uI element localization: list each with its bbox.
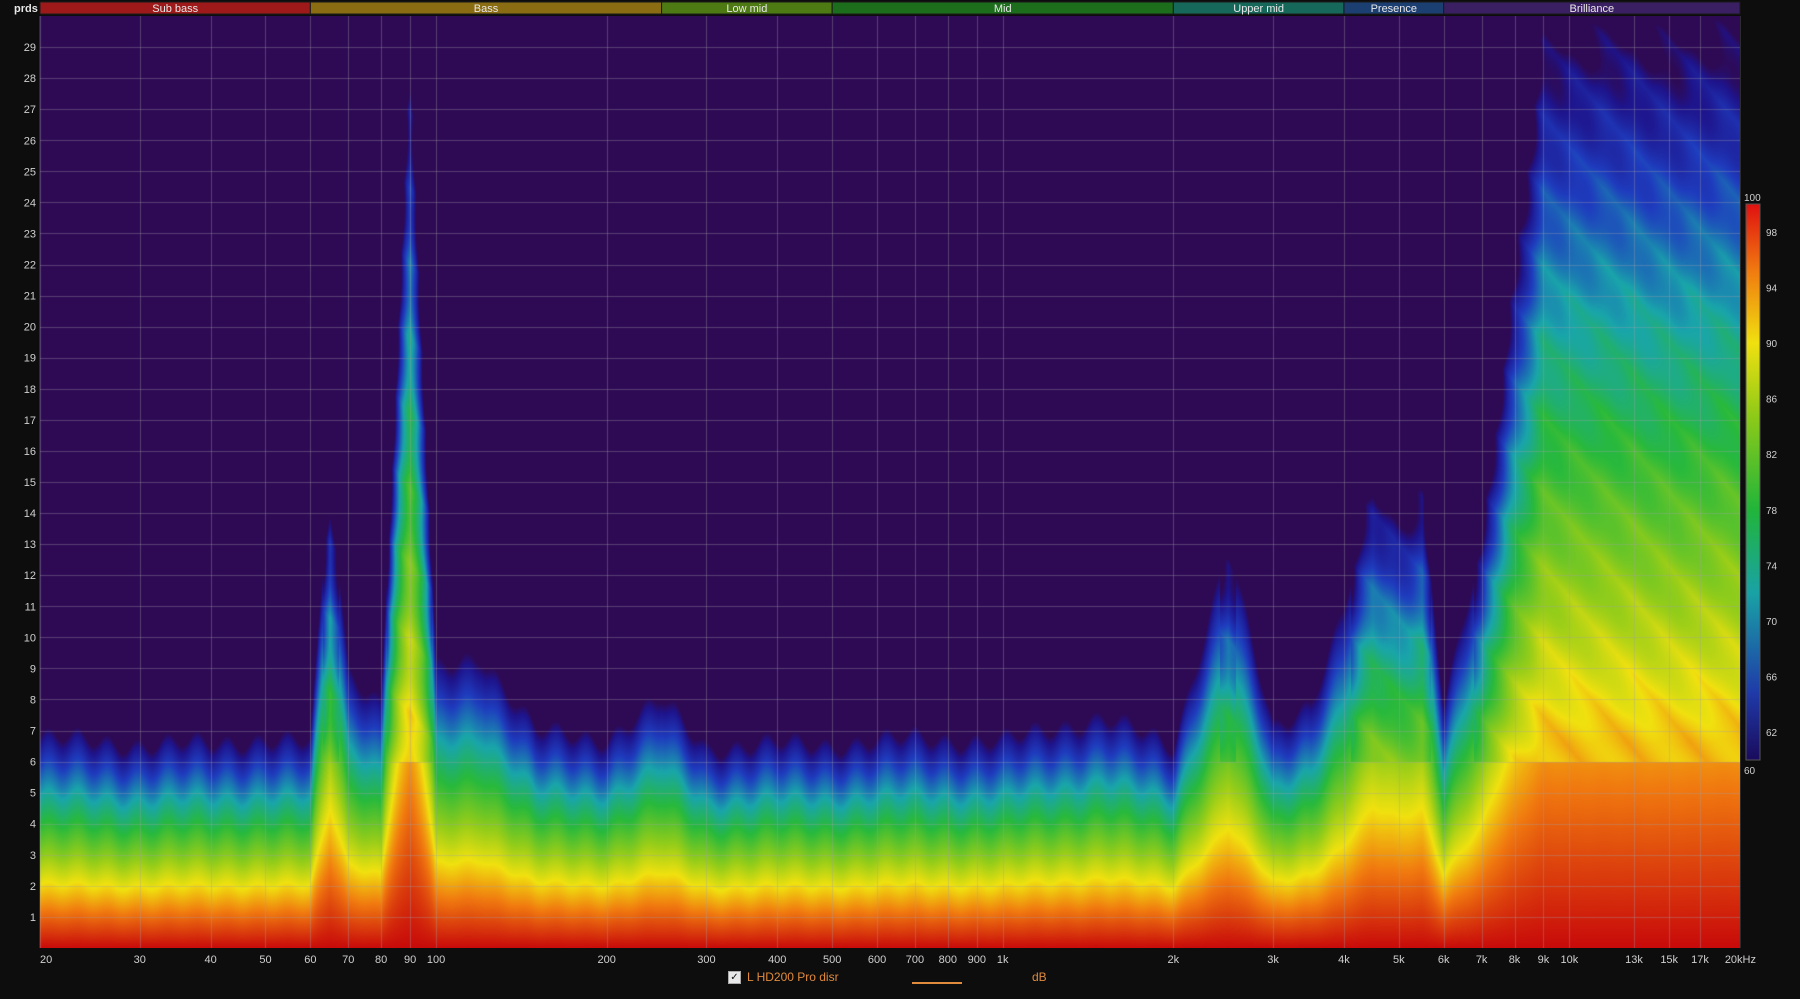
colorbar-tick-label: 78 (1766, 506, 1778, 517)
x-tick-label: 90 (404, 954, 416, 966)
x-tick-label: 300 (697, 954, 715, 966)
x-tick-label: 17k (1691, 954, 1709, 966)
x-tick-label: 7k (1476, 954, 1488, 966)
x-tick-label: 5k (1393, 954, 1405, 966)
y-tick-label: 28 (24, 73, 36, 85)
x-tick-label: 500 (823, 954, 841, 966)
colorbar-tick-label: 86 (1766, 395, 1778, 406)
y-tick-label: 25 (24, 166, 36, 178)
colorbar-tick-label: 98 (1766, 228, 1778, 239)
y-tick-label: 29 (24, 42, 36, 54)
y-tick-label: 18 (24, 384, 36, 396)
y-tick-label: 22 (24, 260, 36, 272)
band-label: Upper mid (1233, 3, 1284, 15)
x-tick-label: 6k (1438, 954, 1450, 966)
legend-unit: dB (1032, 970, 1047, 984)
y-tick-label: 6 (30, 757, 36, 769)
colorbar-tick-label: 94 (1766, 283, 1778, 294)
y-tick-label: 7 (30, 726, 36, 738)
x-tick-label: 800 (939, 954, 957, 966)
y-tick-label: 27 (24, 104, 36, 116)
x-tick-label: 1k (997, 954, 1009, 966)
legend-item[interactable]: ✓ L HD200 Pro disr (728, 970, 839, 984)
frequency-band-bar: Sub bass Bass Low mid Mid Upper mid Presence B… (39, 1, 1741, 15)
colorbar-tick-label: 62 (1766, 728, 1778, 739)
x-tick-label: 8k (1509, 954, 1521, 966)
y-tick-label: 13 (24, 539, 36, 551)
heatmap-canvas[interactable] (40, 16, 1740, 948)
x-tick-label: 15k (1660, 954, 1678, 966)
colorbar-gradient (1745, 203, 1761, 761)
x-tick-label: 3k (1267, 954, 1279, 966)
x-tick-label: 900 (968, 954, 986, 966)
legend-series-name: L HD200 Pro disr (747, 970, 839, 984)
y-tick-label: 11 (25, 601, 36, 613)
colorbar-tick-label: 90 (1766, 339, 1778, 350)
y-tick-label: 15 (24, 477, 36, 489)
x-tick-label: 80 (375, 954, 387, 966)
y-tick-label: 14 (24, 508, 36, 520)
x-tick-label: 40 (204, 954, 216, 966)
y-tick-label: 21 (24, 291, 36, 303)
colorbar-tick-label: 74 (1766, 561, 1778, 572)
y-tick-label: 16 (24, 446, 36, 458)
band-label: Presence (1371, 3, 1417, 15)
waterfall-chart: Sub bass Bass Low mid Mid Upper mid Presence B… (0, 0, 1800, 999)
colorbar: 100 98 94 90 86 82 78 74 70 66 62 60 (1744, 193, 1778, 777)
y-tick-label: 10 (24, 632, 36, 644)
y-tick-label: 20 (24, 322, 36, 334)
y-tick-label: 12 (24, 570, 36, 582)
x-tick-label: 60 (304, 954, 316, 966)
colorbar-tick-label: 70 (1766, 617, 1778, 628)
x-tick-label: 13k (1625, 954, 1643, 966)
x-tick-label: 400 (768, 954, 786, 966)
x-tick-label: 600 (868, 954, 886, 966)
y-tick-label: 26 (24, 135, 36, 147)
x-tick-label: 200 (597, 954, 615, 966)
y-tick-label: 5 (30, 788, 36, 800)
x-tick-label: 2k (1168, 954, 1180, 966)
y-tick-label: 9 (30, 663, 36, 675)
x-tick-label: 10k (1561, 954, 1579, 966)
colorbar-tick-label: 60 (1744, 766, 1756, 777)
y-tick-label: 19 (24, 353, 36, 365)
x-tick-label: 700 (906, 954, 924, 966)
x-tick-label: 50 (259, 954, 271, 966)
x-tick-label: 20kHz (1725, 954, 1756, 966)
x-axis: 20 30 40 50 60 70 80 90 100 200 300 400 500 600 700 800… (40, 954, 1756, 966)
legend-checkbox[interactable]: ✓ (728, 970, 741, 984)
x-tick-label: 30 (134, 954, 146, 966)
colorbar-tick-label: 100 (1744, 193, 1761, 204)
x-tick-label: 100 (427, 954, 445, 966)
legend: ✓ L HD200 Pro disr dB (0, 968, 1800, 992)
x-tick-label: 9k (1538, 954, 1550, 966)
band-label: Low mid (726, 3, 767, 15)
y-unit-label: prds (14, 3, 38, 15)
legend-line-swatch (912, 982, 962, 984)
y-tick-label: 8 (30, 694, 36, 706)
y-tick-label: 3 (30, 850, 36, 862)
band-label: Mid (994, 3, 1012, 15)
x-tick-label: 70 (342, 954, 354, 966)
x-tick-label: 4k (1338, 954, 1350, 966)
band-label: Brilliance (1570, 3, 1615, 15)
colorbar-tick-label: 66 (1766, 673, 1778, 684)
y-tick-label: 24 (24, 197, 36, 209)
y-axis: prds123456789101112131415161718192021222… (14, 3, 38, 924)
x-tick-label: 20 (40, 954, 52, 966)
y-tick-label: 17 (24, 415, 36, 427)
band-label: Sub bass (152, 3, 198, 15)
band-label: Bass (474, 3, 499, 15)
y-tick-label: 2 (30, 881, 36, 893)
y-tick-label: 1 (30, 912, 36, 924)
y-tick-label: 4 (30, 819, 36, 831)
y-tick-label: 23 (24, 228, 36, 240)
colorbar-tick-label: 82 (1766, 450, 1778, 461)
